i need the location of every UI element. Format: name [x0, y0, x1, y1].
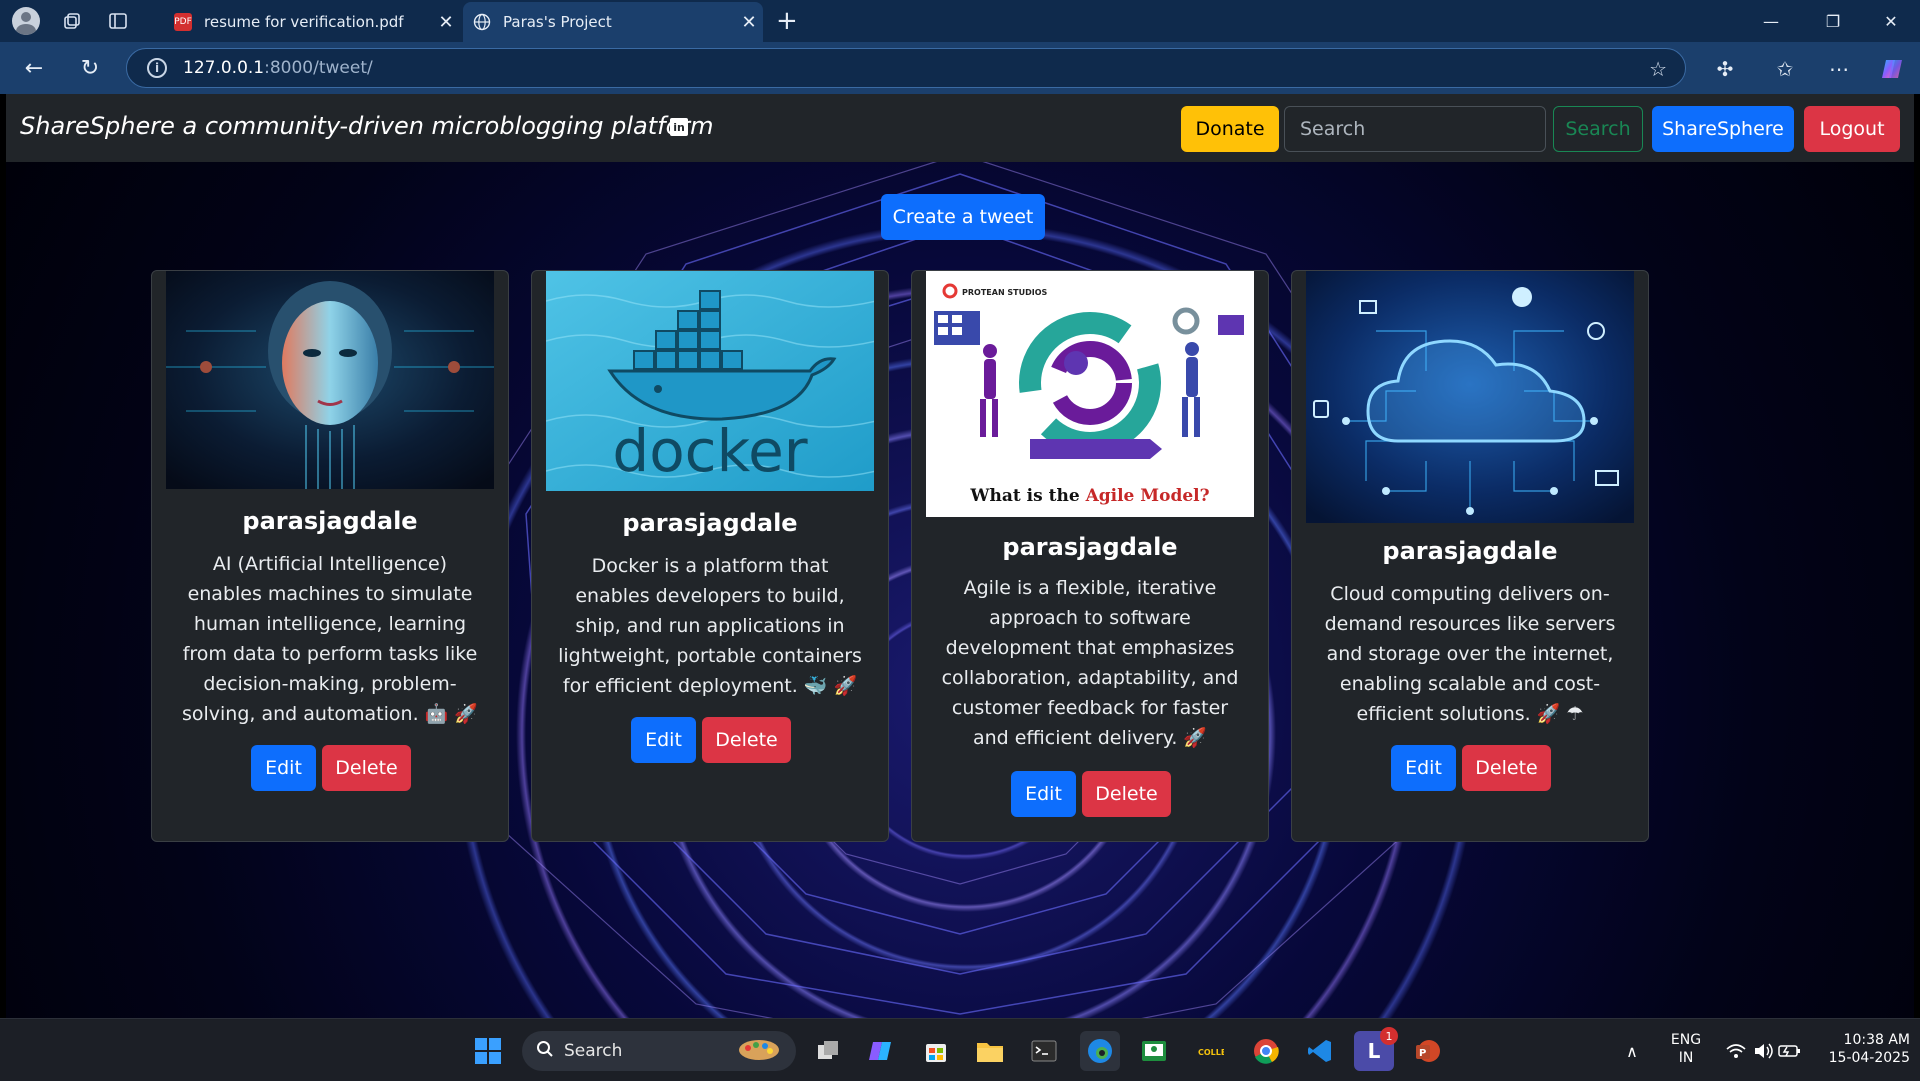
tweet-text: AI (Artificial Intelligence) enables mac… — [181, 553, 479, 725]
tab-title: resume for verification.pdf — [204, 13, 404, 31]
svg-text:COLLEGE: COLLEGE — [1198, 1048, 1224, 1057]
agile-caption-1: What is the — [969, 486, 1079, 506]
workspaces-icon[interactable] — [56, 5, 88, 37]
svg-text:P: P — [1419, 1048, 1426, 1059]
terminal-icon[interactable] — [1024, 1031, 1064, 1071]
ai-face-image — [166, 271, 494, 489]
tweet-username: parasjagdale — [242, 507, 418, 535]
tweet-username: parasjagdale — [1382, 537, 1558, 565]
l-app-icon[interactable]: L 1 — [1354, 1027, 1398, 1071]
tweet-text: Docker is a platform that enables develo… — [558, 555, 862, 697]
windows-start-icon[interactable] — [468, 1031, 508, 1071]
vscode-icon[interactable] — [1300, 1031, 1340, 1071]
tab-resume-pdf[interactable]: PDF resume for verification.pdf ✕ — [164, 2, 460, 42]
tweet-card: parasjagdale Cloud computing delivers on… — [1291, 270, 1649, 842]
edge-browser-icon[interactable] — [1080, 1031, 1120, 1071]
more-menu-icon[interactable]: ⋯ — [1822, 52, 1856, 86]
task-view-icon[interactable] — [808, 1031, 848, 1071]
restore-icon[interactable]: ❐ — [1804, 0, 1862, 42]
tweet-text: Cloud computing delivers on-demand resou… — [1324, 583, 1616, 725]
battery-icon[interactable] — [1770, 1031, 1810, 1071]
notification-badge: 1 — [1380, 1027, 1398, 1045]
extensions-icon[interactable]: ✣ — [1708, 52, 1742, 86]
agile-model-image: PROTEAN STUDIOS What is the Agile Model? — [926, 271, 1254, 517]
edit-button[interactable]: Edit — [631, 717, 696, 763]
chevron-up-icon[interactable]: ∧ — [1612, 1031, 1652, 1071]
clock[interactable]: 10:38 AM 15-04-2025 — [1812, 1031, 1910, 1067]
donate-button[interactable]: Donate — [1181, 106, 1279, 152]
new-tab-button[interactable]: + — [776, 6, 798, 36]
globe-icon — [473, 13, 491, 31]
delete-button[interactable]: Delete — [322, 745, 411, 791]
edit-button[interactable]: Edit — [1391, 745, 1456, 791]
tweet-username: parasjagdale — [1002, 533, 1178, 561]
close-tab-icon[interactable]: ✕ — [735, 12, 763, 33]
powerpoint-icon[interactable]: P — [1408, 1031, 1448, 1071]
edit-button[interactable]: Edit — [1011, 771, 1076, 817]
pdf-icon: PDF — [174, 13, 192, 31]
windows-taskbar: Search COLLEGE L 1 P ∧ ENGIN 10:38 AM15-… — [0, 1018, 1920, 1081]
tweet-card: docker parasjagdale Docker is a platform… — [531, 270, 889, 842]
search-button[interactable]: Search — [1553, 106, 1643, 152]
sharesphere-button[interactable]: ShareSphere — [1652, 106, 1794, 152]
cloud-computing-image — [1306, 271, 1634, 523]
tab-actions-icon[interactable] — [102, 5, 134, 37]
microsoft-store-icon[interactable] — [916, 1031, 956, 1071]
taskbar-search[interactable]: Search — [522, 1031, 796, 1071]
edit-button[interactable]: Edit — [251, 745, 316, 791]
address-bar[interactable]: i 127.0.0.1:8000/tweet/ ☆ — [126, 48, 1686, 88]
delete-button[interactable]: Delete — [1082, 771, 1171, 817]
protean-brand: PROTEAN STUDIOS — [962, 288, 1048, 297]
file-explorer-icon[interactable] — [970, 1031, 1010, 1071]
tab-title: Paras's Project — [503, 13, 612, 31]
favorites-icon[interactable]: ✩ — [1768, 52, 1802, 86]
close-window-icon[interactable]: ✕ — [1862, 0, 1920, 42]
refresh-icon[interactable]: ↻ — [72, 50, 108, 86]
college-app-icon[interactable]: COLLEGE — [1190, 1031, 1230, 1071]
docker-logo-image: docker — [546, 271, 874, 491]
search-icon — [536, 1040, 554, 1063]
palette-icon — [736, 1036, 782, 1067]
taskbar-search-label: Search — [564, 1041, 623, 1061]
favorite-star-icon[interactable]: ☆ — [1649, 57, 1667, 81]
tweet-username: parasjagdale — [622, 509, 798, 537]
agile-caption-2: Agile Model? — [1085, 486, 1210, 506]
delete-button[interactable]: Delete — [702, 717, 791, 763]
copilot-icon[interactable] — [1876, 52, 1910, 86]
tweet-card: PROTEAN STUDIOS What is the Agile Model?… — [911, 270, 1269, 842]
language-indicator[interactable]: ENG IN — [1666, 1031, 1706, 1067]
chrome-icon[interactable] — [1246, 1031, 1286, 1071]
tab-paras-project[interactable]: Paras's Project ✕ — [463, 2, 763, 42]
site-info-icon[interactable]: i — [147, 58, 167, 78]
create-tweet-button[interactable]: Create a tweet — [881, 194, 1045, 240]
web-page: ShareSphere a community-driven microblog… — [6, 94, 1914, 1018]
svg-text:What is the Agile Mo: What is the Agile Model? — [969, 486, 1209, 506]
profile-avatar-icon[interactable] — [10, 5, 42, 37]
delete-button[interactable]: Delete — [1462, 745, 1551, 791]
logout-button[interactable]: Logout — [1804, 106, 1900, 152]
site-navbar: ShareSphere a community-driven microblog… — [6, 94, 1914, 162]
url-text: 127.0.0.1:8000/tweet/ — [183, 58, 373, 78]
back-arrow-icon[interactable]: ← — [16, 50, 52, 86]
search-input[interactable] — [1284, 106, 1546, 152]
brand-title[interactable]: ShareSphere a community-driven microblog… — [20, 112, 714, 140]
linkedin-icon[interactable]: in — [670, 118, 688, 136]
close-tab-icon[interactable]: ✕ — [432, 12, 460, 33]
copilot-taskbar-icon[interactable] — [862, 1031, 902, 1071]
tweet-text: Agile is a flexible, iterative approach … — [941, 577, 1239, 749]
tweet-card: parasjagdale AI (Artificial Intelligence… — [151, 270, 509, 842]
docker-wordmark: docker — [612, 417, 807, 485]
minimize-icon[interactable]: — — [1742, 0, 1800, 42]
classroom-icon[interactable] — [1134, 1031, 1174, 1071]
